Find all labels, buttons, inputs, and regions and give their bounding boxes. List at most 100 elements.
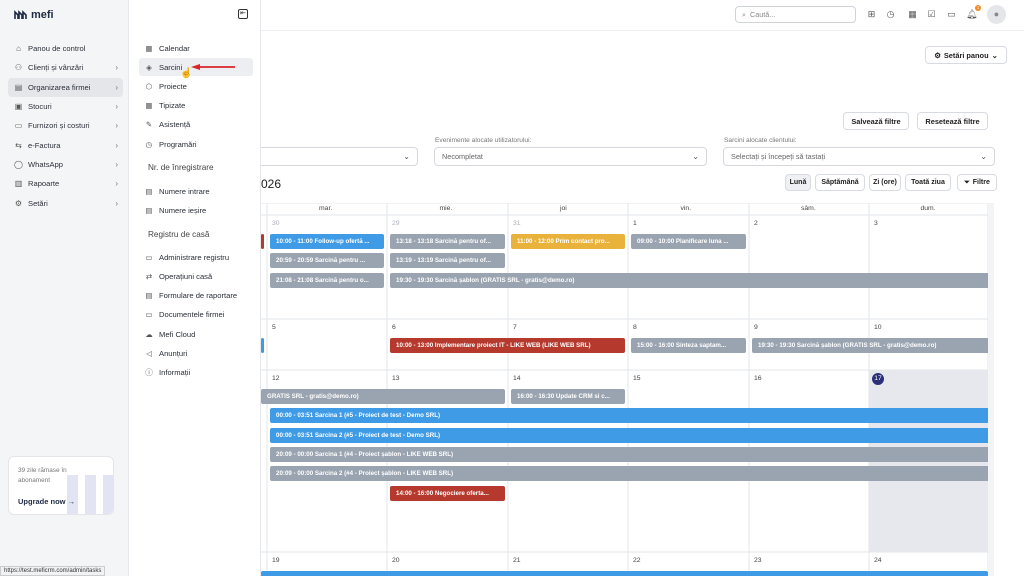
submenu-item-proiecte[interactable]: ⬡ Proiecte xyxy=(139,77,253,95)
day-number: 24 xyxy=(874,557,882,564)
sidebar-item-whatsapp[interactable]: ◯ WhatsApp › xyxy=(8,155,123,174)
calendar-event[interactable]: 16:00 - 16:30 Update CRM si c... xyxy=(511,389,625,404)
calendar-event[interactable]: 10:00 - 13:00 Implementare proiect IT - … xyxy=(390,338,625,353)
sidebar-item-set-ri[interactable]: ⚙ Setări › xyxy=(8,193,123,212)
user-avatar[interactable]: ● xyxy=(987,5,1006,24)
chevron-right-icon: › xyxy=(115,63,118,73)
client-tasks-select[interactable]: Selectați și începeți să tastați ⌄ xyxy=(723,147,995,166)
day-number: 15 xyxy=(633,375,641,382)
calendar-event[interactable]: 00:00 - 03:51 Sarcina 1 (#5 - Proiect de… xyxy=(270,408,988,424)
subscription-days-left: 39 zile rămase în abonament xyxy=(18,467,67,484)
submenu-item-calendar[interactable]: ▦ Calendar xyxy=(139,39,253,57)
calendar-icon[interactable]: ▦ xyxy=(907,9,918,20)
app-root: { "app":{"logo_text":"mefi"}, "sidebar":… xyxy=(0,0,1024,576)
view-button-0[interactable]: Lună xyxy=(785,174,811,191)
calendar-event[interactable]: 19:30 - 19:30 Sarcină șablon (GRATIS SRL… xyxy=(390,272,988,288)
user-events-select[interactable]: Necompletat ⌄ xyxy=(434,147,707,166)
submenu-item-mefi-cloud[interactable]: ☁ Mefi Cloud xyxy=(139,325,253,343)
sidebar-item-label: WhatsApp xyxy=(28,159,64,169)
submenu-item-formulare-de-raportare[interactable]: ▤ Formulare de raportare xyxy=(139,287,253,305)
weekday-header: mar. xyxy=(319,205,333,212)
calendar-event[interactable]: 09:00 - 10:00 Planificare luna ... xyxy=(631,234,746,249)
mefi-logo-icon xyxy=(14,10,27,19)
doc-icon: ▤ xyxy=(145,186,153,196)
submenu-item-label: Sarcini xyxy=(159,62,183,72)
submenu-item-administrare-registru[interactable]: ▭ Administrare registru xyxy=(139,248,253,266)
add-icon[interactable]: ⊞ xyxy=(866,9,877,20)
submenu-item-documentele-firmei[interactable]: ▭ Documentele firmei xyxy=(139,306,253,324)
sidebar-item-clien-i-i-v-nz-ri[interactable]: ⚇ Clienți și vânzări › xyxy=(8,58,123,77)
day-number: 17 xyxy=(872,373,884,385)
checklist-icon[interactable]: ☑ xyxy=(926,9,937,20)
view-button-1[interactable]: Săptămână xyxy=(815,174,865,191)
sidebar-item-stocuri[interactable]: ▣ Stocuri › xyxy=(8,97,123,116)
box-icon: ▣ xyxy=(14,102,23,112)
submenu-item-informa-ii[interactable]: ⓘ Informații xyxy=(139,364,253,382)
filter-1-select[interactable]: ⌄ xyxy=(261,147,418,166)
day-number: 30 xyxy=(272,220,280,227)
reset-filters-button[interactable]: Resetează filtre xyxy=(917,112,988,130)
view-button-3[interactable]: Toată ziua xyxy=(905,174,951,191)
weekday-header: vin. xyxy=(680,205,692,212)
search-icon: ⌕ xyxy=(742,9,747,19)
submenu-item-label: Calendar xyxy=(159,43,190,53)
calendar-event[interactable]: 15:00 - 16:00 Sinteza saptam... xyxy=(631,338,746,353)
submenu-item-label: Tipizate xyxy=(159,101,186,111)
calendar-event[interactable]: 21:08 - 21:08 Sarcină pentru o... xyxy=(270,272,384,288)
submenu-item-program-ri[interactable]: ◷ Programări xyxy=(139,135,253,153)
collapse-sidebar-icon[interactable]: ⇤ xyxy=(238,9,248,19)
view-button-2[interactable]: Zi (ore) xyxy=(869,174,901,191)
submenu-item-asisten-[interactable]: ✎ Asistență xyxy=(139,116,253,134)
search-input[interactable]: ⌕ Caută... xyxy=(735,6,856,23)
submenu-item-numere-ie-ire[interactable]: ▤ Numere ieșire xyxy=(139,202,253,220)
chat-icon[interactable]: ▭ xyxy=(946,9,957,20)
cloud-icon: ☁ xyxy=(145,329,153,339)
calendar-scrollbar[interactable] xyxy=(988,203,994,576)
panel-settings-button[interactable]: ⚙ Setări panou ⌄ xyxy=(925,46,1007,64)
gear-icon: ⚙ xyxy=(14,198,23,208)
calendar-event[interactable]: 20:09 - 00:00 Sarcina 2 (#4 - Proiect șa… xyxy=(270,466,988,482)
app-logo[interactable]: mefi xyxy=(14,9,54,21)
sidebar-item-organizarea-firmei[interactable]: ▤ Organizarea firmei › xyxy=(8,77,123,97)
save-filters-button[interactable]: Salvează filtre xyxy=(843,112,909,130)
upgrade-now-link[interactable]: Upgrade now → xyxy=(18,497,75,506)
bell-icon[interactable]: 🔔︎ xyxy=(966,9,977,20)
calendar-event[interactable]: GRATIS SRL - gratis@demo.ro) xyxy=(261,389,505,404)
event-continuation[interactable] xyxy=(261,338,264,353)
day-number: 19 xyxy=(272,557,280,564)
doc-icon: ▤ xyxy=(145,206,153,215)
day-number: 9 xyxy=(754,324,758,331)
chevron-right-icon: › xyxy=(115,140,118,150)
calendar-event[interactable]: 11:00 - 12:00 Prim contact pro... xyxy=(511,234,625,249)
submenu-item-opera-iuni-cas-[interactable]: ⇄ Operațiuni casă xyxy=(139,267,253,285)
calendar-event[interactable]: 19:30 - 19:30 Sarcină șablon (GRATIS SRL… xyxy=(752,338,988,353)
calendar-event[interactable]: 13:19 - 13:19 Sarcină pentru of... xyxy=(390,253,505,269)
calendar-event[interactable]: 13:18 - 13:18 Sarcină pentru of... xyxy=(390,234,505,249)
sidebar-item-label: Clienți și vânzări xyxy=(28,63,84,73)
timer-icon[interactable]: ◷ xyxy=(885,9,896,20)
calendar-event[interactable]: 20:09 - 00:00 Sarcina 1 (#4 - Proiect șa… xyxy=(270,446,988,462)
day-number: 2 xyxy=(754,220,758,227)
calendar-event-continuation[interactable] xyxy=(261,571,988,576)
layers-icon: ◈ xyxy=(146,62,152,72)
sidebar-item-e-factura[interactable]: ⇆ e-Factura › xyxy=(8,135,123,154)
submenu-item-tipizate[interactable]: ▦ Tipizate xyxy=(139,97,253,115)
sidebar-item-furnizori-i-costuri[interactable]: ▭ Furnizori și costuri › xyxy=(8,116,123,135)
calendar-event[interactable]: 00:00 - 03:51 Sarcina 2 (#5 - Proiect de… xyxy=(270,427,988,443)
sidebar-item-panou-de-control[interactable]: ⌂ Panou de control xyxy=(8,39,123,58)
filters-button[interactable]: ⏷ Filtre xyxy=(957,174,997,191)
sidebar-item-rapoarte[interactable]: ▥ Rapoarte › xyxy=(8,174,123,193)
submenu-item-label: Operațiuni casă xyxy=(159,271,213,281)
calendar-event[interactable]: 14:00 - 16:00 Negociere oferta... xyxy=(390,485,505,501)
calendar-event[interactable]: 20:59 - 20:59 Sarcină pentru ... xyxy=(270,253,384,269)
submenu-item-numere-intrare[interactable]: ▤ Numere intrare xyxy=(139,182,253,200)
submenu-item-anun-uri[interactable]: ◁ Anunțuri xyxy=(139,345,253,363)
calendar-event[interactable]: 10:00 - 11:00 Follow-up ofertă ... xyxy=(270,234,384,249)
submenu-item-label: Numere intrare xyxy=(159,186,210,196)
sidebar: mefi ⌂ Panou de control ⚇ Clienți și vânzăr… xyxy=(0,0,129,576)
day-number: 1 xyxy=(633,220,637,227)
sidebar-item-label: e-Factura xyxy=(28,140,61,150)
event-continuation[interactable] xyxy=(261,234,264,249)
wallet-icon: ▭ xyxy=(14,121,23,131)
filter-3-label: Sarcini alocate clientului: xyxy=(724,137,797,144)
